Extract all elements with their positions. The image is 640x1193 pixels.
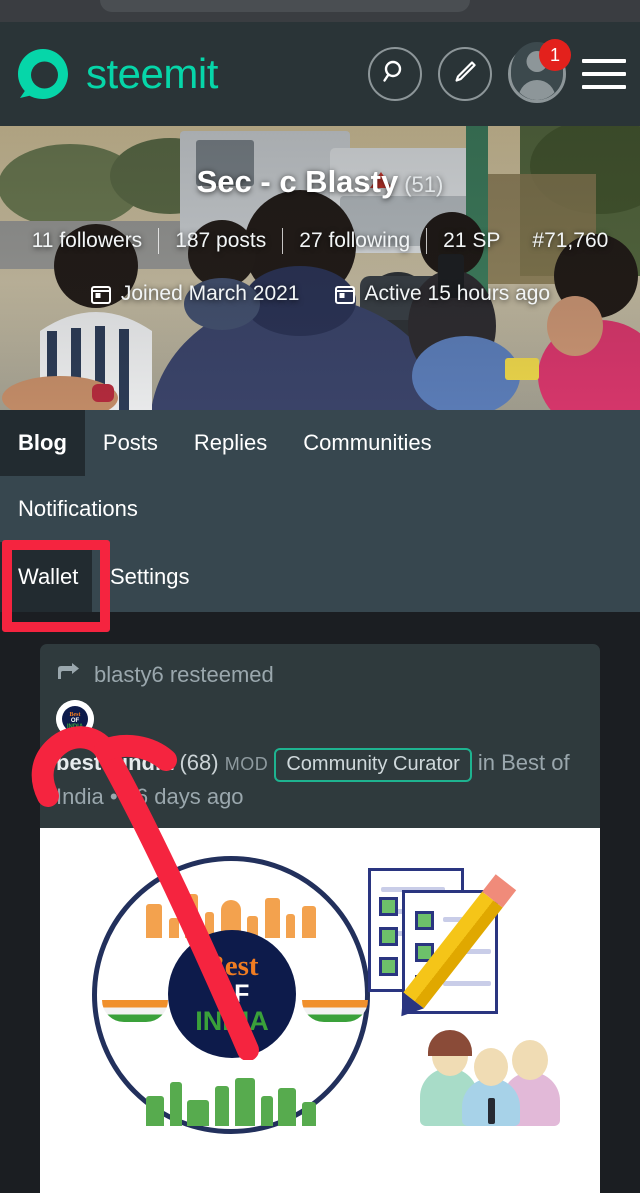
profile-stats-row: 11 followers 187 posts 27 following 21 S… (0, 228, 640, 254)
profile-meta-row: Joined March 2021 Active 15 hours ago (90, 282, 550, 306)
tab-posts[interactable]: Posts (85, 410, 176, 476)
page-title: Sec - c Blasty (196, 164, 399, 199)
search-button[interactable] (368, 47, 422, 101)
post-card[interactable]: blasty6 resteemed Best OF INDIA bestofin… (40, 644, 600, 1193)
stat-steem-power: 21 SP (443, 229, 501, 252)
calendar-icon (334, 283, 356, 305)
active-date: Active 15 hours ago (334, 282, 551, 306)
bestofindia-logo-disc: Best OF INDIA (168, 929, 296, 1058)
profile-cover-header: Sec - c Blasty (51) 11 followers 187 post… (0, 126, 640, 410)
profile-title-line: Sec - c Blasty (51) (197, 164, 444, 200)
steemit-logo-icon (14, 45, 72, 103)
logo-text-best: Best (205, 949, 259, 982)
logo-text-india: INDIA (195, 1006, 269, 1037)
svg-text:INDIA: INDIA (67, 724, 84, 730)
reputation-score: (51) (404, 172, 444, 197)
user-avatar-button[interactable]: 1 (508, 39, 571, 103)
pencil-icon (451, 58, 479, 91)
feed-body: blasty6 resteemed Best OF INDIA bestofin… (0, 612, 640, 1193)
hamburger-menu-icon[interactable] (582, 59, 626, 89)
top-navbar: steemit 1 (0, 22, 640, 126)
tab-row-secondary: Notifications (0, 476, 640, 542)
browser-url-pill[interactable] (100, 0, 470, 12)
resteem-arrow-icon (56, 662, 82, 688)
notification-count-badge[interactable]: 1 (539, 39, 571, 71)
brand-logo-link[interactable]: steemit (14, 45, 218, 103)
tab-communities[interactable]: Communities (285, 410, 449, 476)
resteem-line: blasty6 resteemed (40, 656, 600, 690)
tab-replies[interactable]: Replies (176, 410, 285, 476)
post-timestamp[interactable]: 16 days ago (124, 784, 244, 809)
post-author-reputation: (68) (179, 750, 219, 775)
india-skyline-graphic (146, 880, 316, 938)
stat-posts[interactable]: 187 posts (159, 229, 282, 253)
flag-wing-left (102, 999, 168, 1022)
compose-post-button[interactable] (438, 47, 492, 101)
search-icon (381, 58, 409, 91)
profile-info: Sec - c Blasty (51) 11 followers 187 post… (0, 126, 640, 306)
bestofindia-avatar[interactable]: Best OF INDIA (56, 700, 94, 738)
tab-blog[interactable]: Blog (0, 410, 85, 476)
joined-date: Joined March 2021 (90, 282, 300, 306)
flag-wing-right (302, 999, 368, 1022)
navbar-actions: 1 (368, 39, 626, 103)
tab-notifications[interactable]: Notifications (0, 476, 156, 542)
tab-row-primary: Blog Posts Replies Communities (0, 410, 640, 476)
resteem-text: blasty6 resteemed (94, 662, 274, 687)
post-time-separator: • (109, 784, 118, 809)
active-label: Active 15 hours ago (364, 282, 551, 305)
stat-rank: #71,760 (532, 229, 609, 252)
post-author-meta: bestofindia (68) MOD Community Curator i… (56, 748, 584, 812)
post-author-name[interactable]: bestofindia (56, 750, 173, 775)
community-curator-badge: Community Curator (274, 748, 472, 782)
browser-chrome-strip (0, 0, 640, 22)
joined-label: Joined March 2021 (120, 282, 300, 305)
people-group-graphic (420, 1014, 560, 1126)
stat-followers[interactable]: 11 followers (16, 229, 159, 253)
post-artwork: Best OF INDIA (50, 838, 590, 1193)
india-green-base-graphic (146, 1072, 316, 1126)
post-thumbnail-image[interactable]: Best OF INDIA (40, 827, 600, 1193)
post-mod-tag: MOD (224, 754, 269, 774)
post-community-prefix[interactable]: in Best (478, 750, 545, 775)
profile-tab-bar: Blog Posts Replies Communities Notificat… (0, 410, 640, 612)
tab-wallet[interactable]: Wallet (0, 542, 92, 612)
logo-text-of: OF (214, 979, 250, 1008)
calendar-icon (90, 283, 112, 305)
stat-following[interactable]: 27 following (283, 229, 426, 253)
tab-settings[interactable]: Settings (92, 542, 208, 612)
tab-row-tertiary: Wallet Settings (0, 542, 640, 612)
app-screen: steemit 1 Sec - c Blasty (51) 11 followe… (0, 0, 640, 1193)
post-author-line: Best OF INDIA bestofindia (68) MOD Commu… (40, 690, 600, 816)
brand-name: steemit (86, 50, 218, 97)
